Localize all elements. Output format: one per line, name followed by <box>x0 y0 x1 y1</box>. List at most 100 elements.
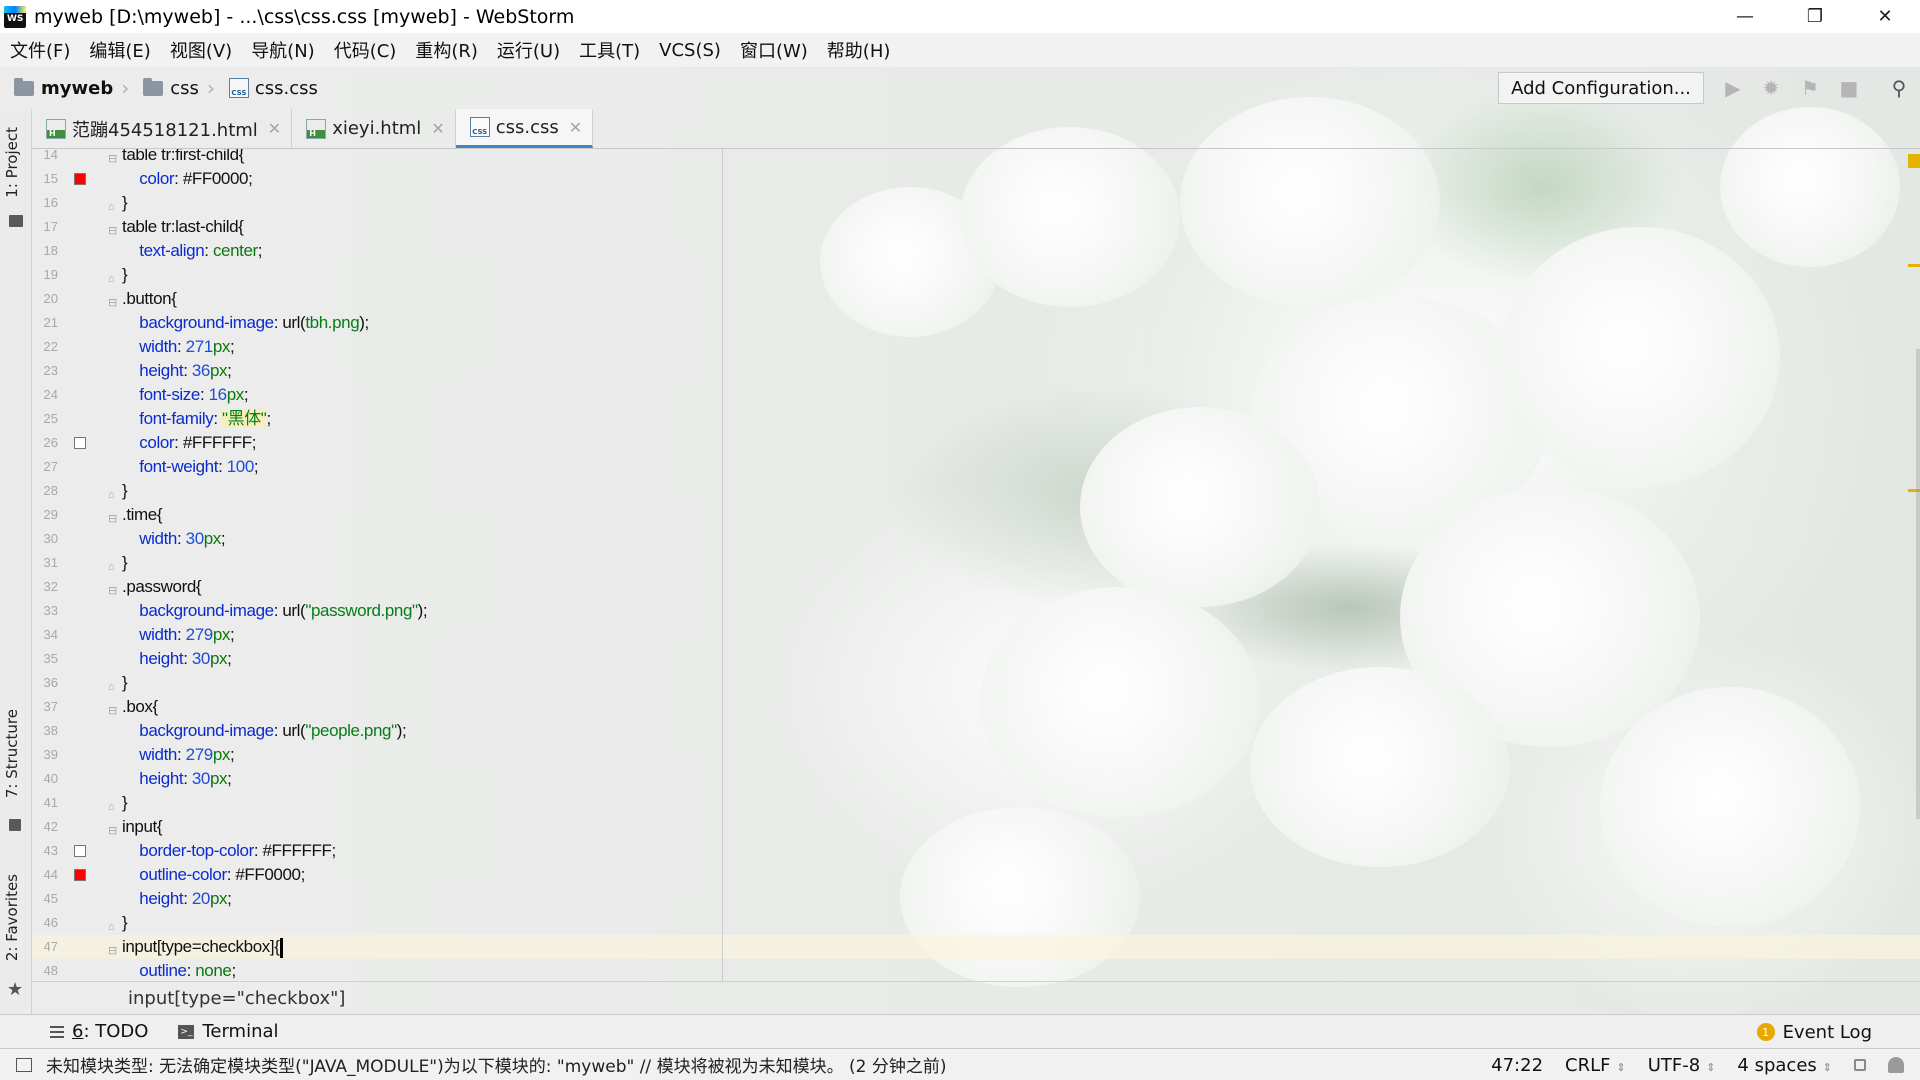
code-line[interactable]: 29 ⊟ .time{ <box>32 503 722 527</box>
code-line[interactable]: 18 text-align: center; <box>32 239 722 263</box>
code-line[interactable]: 34 width: 279px; <box>32 623 722 647</box>
menu-vcs[interactable]: VCS(S) <box>659 40 721 61</box>
terminal-icon: >_ <box>178 1024 195 1039</box>
code-line[interactable]: 39 width: 279px; <box>32 743 722 767</box>
menu-view[interactable]: 视图(V) <box>170 37 232 63</box>
menu-file[interactable]: 文件(F) <box>10 37 70 63</box>
code-line[interactable]: 31 ⌂} <box>32 551 722 575</box>
favorites-tool-tab[interactable]: 2: Favorites <box>3 874 21 961</box>
code-line[interactable]: 19 ⌂} <box>32 263 722 287</box>
tab-html-1[interactable]: H 范蹦454518121.html ✕ <box>32 109 293 148</box>
editor-breadcrumb[interactable]: input[type="checkbox"] <box>32 981 1920 1014</box>
close-icon[interactable]: ✕ <box>268 119 281 138</box>
code-line[interactable]: 45 height: 20px; <box>32 887 722 911</box>
code-line[interactable]: 33 background-image: url("password.png")… <box>32 599 722 623</box>
color-swatch-icon[interactable] <box>74 869 86 881</box>
close-icon[interactable]: ✕ <box>569 118 582 137</box>
event-log-button[interactable]: 1 Event Log <box>1756 1015 1872 1049</box>
code-line[interactable]: 38 background-image: url("people.png"); <box>32 719 722 743</box>
code-line[interactable]: 41 ⌂} <box>32 791 722 815</box>
code-line[interactable]: 46 ⌂} <box>32 911 722 935</box>
code-text: width: 30px; <box>139 529 226 548</box>
inspector-icon[interactable] <box>1888 1057 1904 1073</box>
code-line[interactable]: 17 ⊟ table tr:last-child{ <box>32 215 722 239</box>
editor-scrollbar[interactable] <box>1916 349 1920 819</box>
code-line[interactable]: 21 background-image: url(tbh.png); <box>32 311 722 335</box>
code-line[interactable]: 28 ⌂} <box>32 479 722 503</box>
minimize-button[interactable]: — <box>1710 0 1780 33</box>
line-number: 19 <box>43 267 58 282</box>
color-swatch-icon[interactable] <box>74 845 86 857</box>
status-message[interactable]: 未知模块类型: 无法确定模块类型("JAVA_MODULE")为以下模块的: "… <box>46 1052 946 1077</box>
line-number: 29 <box>43 507 58 522</box>
line-number: 48 <box>43 963 58 978</box>
code-line[interactable]: 25 font-family: "黑体"; <box>32 407 722 431</box>
line-number: 14 <box>43 149 58 162</box>
menu-run[interactable]: 运行(U) <box>497 37 560 63</box>
code-line[interactable]: 14 ⊟ table tr:first-child{ <box>32 149 722 167</box>
code-line[interactable]: 23 height: 36px; <box>32 359 722 383</box>
menu-navigate[interactable]: 导航(N) <box>251 37 315 63</box>
lock-icon[interactable] <box>1854 1059 1866 1071</box>
code-line[interactable]: 44 outline-color: #FF0000; <box>32 863 722 887</box>
todo-tool-button[interactable]: 6: TODO <box>50 1021 148 1042</box>
warning-marker[interactable] <box>1908 154 1920 168</box>
code-line[interactable]: 26 color: #FFFFFF; <box>32 431 722 455</box>
breadcrumb-project[interactable]: myweb › <box>14 76 129 100</box>
structure-tool-tab[interactable]: 7: Structure <box>3 709 21 798</box>
code-line[interactable]: 47 ⊟ input[type=checkbox]{ <box>32 935 1920 959</box>
add-configuration-button[interactable]: Add Configuration... <box>1498 72 1704 104</box>
code-line[interactable]: 30 width: 30px; <box>32 527 722 551</box>
code-line[interactable]: 22 width: 271px; <box>32 335 722 359</box>
code-line[interactable]: 16 ⌂} <box>32 191 722 215</box>
code-line[interactable]: 35 height: 30px; <box>32 647 722 671</box>
code-line[interactable]: 40 height: 30px; <box>32 767 722 791</box>
code-line[interactable]: 24 font-size: 16px; <box>32 383 722 407</box>
code-text: table tr:first-child{ <box>122 149 244 164</box>
close-button[interactable]: ✕ <box>1850 0 1920 33</box>
code-editor[interactable]: 14 ⊟ table tr:first-child{15 color: #FF000… <box>32 149 1920 981</box>
close-icon[interactable]: ✕ <box>431 119 444 138</box>
menu-edit[interactable]: 编辑(E) <box>89 37 150 63</box>
text-caret <box>280 937 284 958</box>
menu-window[interactable]: 窗口(W) <box>740 37 808 63</box>
menu-help[interactable]: 帮助(H) <box>827 37 891 63</box>
toggle-tool-windows-icon[interactable] <box>16 1057 32 1072</box>
chevron-right-icon: › <box>206 76 215 100</box>
code-line[interactable]: 37 ⊟ .box{ <box>32 695 722 719</box>
code-line[interactable]: 15 color: #FF0000; <box>32 167 722 191</box>
caret-position[interactable]: 47:22 <box>1491 1055 1543 1076</box>
indent-widget[interactable]: 4 spaces ⇕ <box>1737 1055 1832 1076</box>
breadcrumb-folder[interactable]: css › <box>143 76 215 100</box>
menu-code[interactable]: 代码(C) <box>334 37 397 63</box>
tab-css-css[interactable]: CSS css.css ✕ <box>455 109 594 148</box>
warning-marker[interactable] <box>1908 264 1920 267</box>
encoding-widget[interactable]: UTF-8 ⇕ <box>1648 1055 1716 1076</box>
search-icon[interactable]: ⚲ <box>1888 76 1910 100</box>
code-text: color: #FF0000; <box>139 169 253 188</box>
code-line[interactable]: 42 ⊟ input{ <box>32 815 722 839</box>
code-line[interactable]: 27 font-weight: 100; <box>32 455 722 479</box>
code-line[interactable]: 43 border-top-color: #FFFFFF; <box>32 839 722 863</box>
restore-button[interactable]: ❐ <box>1780 0 1850 33</box>
terminal-tool-button[interactable]: >_ Terminal <box>178 1021 279 1042</box>
breadcrumb-file[interactable]: CSS css.css <box>228 78 318 99</box>
color-swatch-icon[interactable] <box>74 173 86 185</box>
project-tool-tab[interactable]: 1: Project <box>3 127 21 198</box>
structure-icon <box>9 819 21 831</box>
code-line[interactable]: 20 ⊟ .button{ <box>32 287 722 311</box>
menu-tools[interactable]: 工具(T) <box>579 37 640 63</box>
debug-icon[interactable]: ✹ <box>1760 76 1782 100</box>
code-text: width: 271px; <box>139 337 235 356</box>
run-icon[interactable]: ▶ <box>1722 76 1744 100</box>
code-line[interactable]: 36 ⌂} <box>32 671 722 695</box>
code-line[interactable]: 48 outline: none; <box>32 959 722 981</box>
stop-icon[interactable]: ■ <box>1838 76 1860 100</box>
color-swatch-icon[interactable] <box>74 437 86 449</box>
menu-refactor[interactable]: 重构(R) <box>415 37 478 63</box>
line-separator-widget[interactable]: CRLF ⇕ <box>1565 1055 1626 1076</box>
tab-xieyi-html[interactable]: H xieyi.html ✕ <box>292 109 456 148</box>
coverage-icon[interactable]: ⚑ <box>1799 76 1821 100</box>
html-file-icon: H <box>306 118 327 139</box>
code-line[interactable]: 32 ⊟ .password{ <box>32 575 722 599</box>
